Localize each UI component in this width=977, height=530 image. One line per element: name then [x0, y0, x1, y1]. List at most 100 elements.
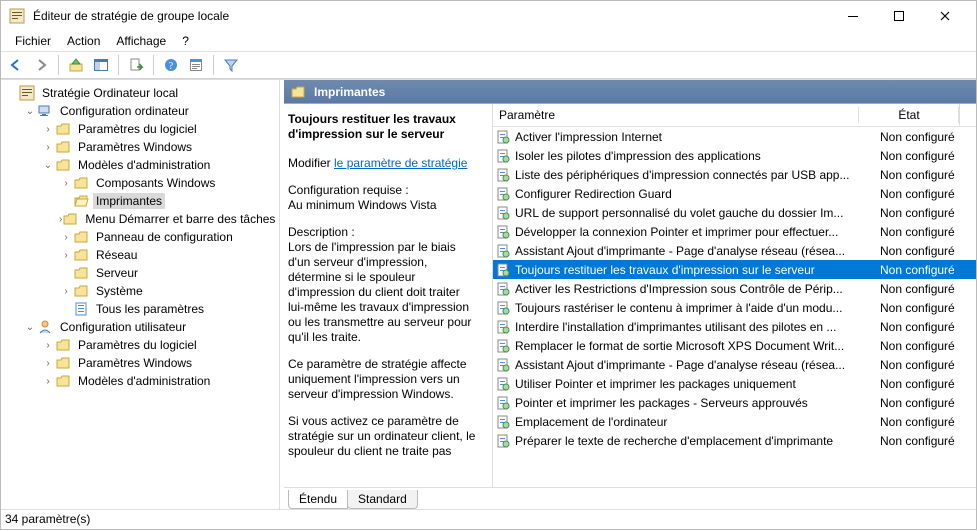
- expand-icon[interactable]: ›: [41, 358, 55, 369]
- state-cell: Non configuré: [876, 377, 976, 391]
- filter-button[interactable]: [220, 54, 242, 76]
- menu-view[interactable]: Affichage: [108, 32, 174, 50]
- tree-node-windows-components[interactable]: ›Composants Windows: [59, 174, 277, 192]
- tree-node-network[interactable]: ›Réseau: [59, 246, 277, 264]
- param-label: Emplacement de l'ordinateur: [515, 415, 667, 429]
- policy-icon: [495, 148, 511, 164]
- tree-node-user-windows[interactable]: ›Paramètres Windows: [41, 354, 277, 372]
- folder-icon: [55, 373, 71, 389]
- tree-node-windows-settings[interactable]: ›Paramètres Windows: [41, 138, 277, 156]
- show-hide-tree-button[interactable]: [90, 54, 112, 76]
- state-cell: Non configuré: [876, 301, 976, 315]
- param-label: Toujours rastériser le contenu à imprime…: [515, 301, 842, 315]
- tree-node-start-menu[interactable]: ›Menu Démarrer et barre des tâches: [59, 210, 277, 228]
- tree-node-control-panel[interactable]: ›Panneau de configuration: [59, 228, 277, 246]
- list-item[interactable]: Toujours rastériser le contenu à imprime…: [493, 298, 976, 317]
- list-item[interactable]: Développer la connexion Pointer et impri…: [493, 222, 976, 241]
- expand-icon[interactable]: ›: [59, 232, 73, 243]
- forward-button[interactable]: [30, 54, 52, 76]
- tree-node-system[interactable]: ›Système: [59, 282, 277, 300]
- tab-extended[interactable]: Étendu: [288, 490, 348, 509]
- tree-label: Imprimantes: [93, 193, 165, 209]
- policy-icon: [495, 414, 511, 430]
- expand-icon[interactable]: ›: [41, 124, 55, 135]
- tree-node-printers[interactable]: Imprimantes: [59, 192, 277, 210]
- list-item[interactable]: Activer les Restrictions d'Impression so…: [493, 279, 976, 298]
- state-cell: Non configuré: [876, 149, 976, 163]
- list-item[interactable]: Isoler les pilotes d'impression des appl…: [493, 146, 976, 165]
- list-item[interactable]: Préparer le texte de recherche d'emplace…: [493, 431, 976, 450]
- param-label: Préparer le texte de recherche d'emplace…: [515, 434, 833, 448]
- bottom-tabs: Étendu Standard: [284, 487, 976, 509]
- maximize-button[interactable]: [876, 1, 922, 31]
- up-button[interactable]: [65, 54, 87, 76]
- menu-action[interactable]: Action: [59, 32, 108, 50]
- main-window: Éditeur de stratégie de groupe locale Fi…: [0, 0, 977, 530]
- list-item[interactable]: Liste des périphériques d'impression con…: [493, 165, 976, 184]
- policy-tree[interactable]: Stratégie Ordinateur local ⌄ Configurati…: [3, 84, 277, 390]
- help-button[interactable]: ?: [160, 54, 182, 76]
- expand-icon[interactable]: ›: [59, 286, 73, 297]
- export-button[interactable]: [125, 54, 147, 76]
- list-item[interactable]: Remplacer le format de sortie Microsoft …: [493, 336, 976, 355]
- policy-icon: [495, 357, 511, 373]
- tree-node-server[interactable]: Serveur: [59, 264, 277, 282]
- right-pane: Imprimantes Toujours restituer les trava…: [284, 80, 976, 509]
- tree-label: Configuration utilisateur: [57, 319, 189, 335]
- param-cell: Activer les Restrictions d'Impression so…: [493, 281, 876, 297]
- column-header-state[interactable]: État: [859, 104, 959, 126]
- expand-icon[interactable]: ›: [41, 376, 55, 387]
- param-label: Assistant Ajout d'imprimante - Page d'an…: [515, 244, 845, 258]
- tree-node-user-config[interactable]: ⌄ Configuration utilisateur: [23, 318, 277, 336]
- list-item[interactable]: Assistant Ajout d'imprimante - Page d'an…: [493, 355, 976, 374]
- tree-label: Modèles d'administration: [75, 157, 213, 173]
- expand-icon[interactable]: ›: [59, 250, 73, 261]
- tree-pane[interactable]: Stratégie Ordinateur local ⌄ Configurati…: [1, 80, 280, 509]
- list-body[interactable]: Activer l'impression InternetNon configu…: [493, 127, 976, 487]
- back-button[interactable]: [5, 54, 27, 76]
- list-item[interactable]: URL de support personnalisé du volet gau…: [493, 203, 976, 222]
- minimize-button[interactable]: [830, 1, 876, 31]
- properties-button[interactable]: [185, 54, 207, 76]
- collapse-icon[interactable]: ⌄: [23, 322, 37, 333]
- state-cell: Non configuré: [876, 187, 976, 201]
- tree-node-software-settings[interactable]: › Paramètres du logiciel: [41, 120, 277, 138]
- tree-node-user-software[interactable]: › Paramètres du logiciel: [41, 336, 277, 354]
- collapse-icon[interactable]: ⌄: [41, 160, 55, 171]
- tab-standard[interactable]: Standard: [347, 490, 418, 509]
- list-item[interactable]: Assistant Ajout d'imprimante - Page d'an…: [493, 241, 976, 260]
- status-bar: 34 paramètre(s): [1, 509, 976, 529]
- param-cell: URL de support personnalisé du volet gau…: [493, 205, 876, 221]
- tree-node-root[interactable]: Stratégie Ordinateur local: [5, 84, 277, 102]
- tree-node-all-settings[interactable]: Tous les paramètres: [59, 300, 277, 318]
- edit-policy-link[interactable]: le paramètre de stratégie: [334, 156, 467, 170]
- column-header-param[interactable]: Paramètre: [493, 104, 859, 126]
- tree-label: Paramètres du logiciel: [75, 121, 200, 137]
- list-item[interactable]: Activer l'impression InternetNon configu…: [493, 127, 976, 146]
- collapse-icon[interactable]: ⌄: [23, 106, 37, 117]
- expand-icon[interactable]: ›: [59, 178, 73, 189]
- list-item[interactable]: Interdire l'installation d'imprimantes u…: [493, 317, 976, 336]
- state-cell: Non configuré: [876, 225, 976, 239]
- list-item[interactable]: Pointer et imprimer les packages - Serve…: [493, 393, 976, 412]
- list-item[interactable]: Emplacement de l'ordinateurNon configuré: [493, 412, 976, 431]
- title-bar: Éditeur de stratégie de groupe locale: [1, 1, 976, 31]
- tree-node-user-templates[interactable]: ›Modèles d'administration: [41, 372, 277, 390]
- tree-node-admin-templates[interactable]: ⌄ Modèles d'administration: [41, 156, 277, 174]
- list-item[interactable]: Configurer Redirection GuardNon configur…: [493, 184, 976, 203]
- menu-file[interactable]: Fichier: [7, 32, 59, 50]
- param-label: Utiliser Pointer et imprimer les package…: [515, 377, 796, 391]
- policy-icon: [495, 300, 511, 316]
- tree-label: Paramètres du logiciel: [75, 337, 200, 353]
- user-config-icon: [37, 319, 53, 335]
- tree-label: Stratégie Ordinateur local: [39, 85, 181, 101]
- tree-node-computer-config[interactable]: ⌄ Configuration ordinateur: [23, 102, 277, 120]
- close-button[interactable]: [922, 1, 968, 31]
- app-icon: [9, 8, 25, 24]
- expand-icon[interactable]: ›: [41, 142, 55, 153]
- menu-help[interactable]: ?: [174, 32, 197, 50]
- list-item[interactable]: Utiliser Pointer et imprimer les package…: [493, 374, 976, 393]
- param-label: Toujours restituer les travaux d'impress…: [515, 263, 815, 277]
- list-item[interactable]: Toujours restituer les travaux d'impress…: [493, 260, 976, 279]
- expand-icon[interactable]: ›: [41, 340, 55, 351]
